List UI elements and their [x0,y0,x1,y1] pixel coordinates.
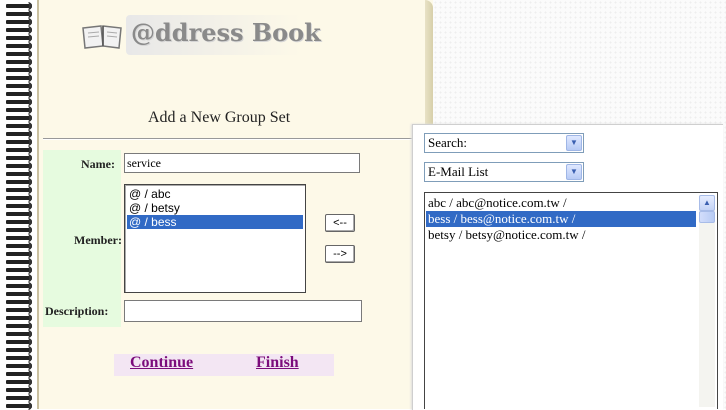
binding-ring [6,274,32,282]
binding-ring [6,370,32,378]
binding-ring [6,18,32,26]
binding-ring [6,266,32,274]
chevron-down-icon[interactable]: ▼ [566,135,582,151]
binding-ring [6,210,32,218]
member-label: Member: [74,233,122,247]
remove-member-button[interactable]: <-- [325,214,355,232]
binding-ring [6,162,32,170]
list-select[interactable]: E-Mail List ▼ [424,162,584,182]
list-select-value: E-Mail List [428,164,489,179]
binding-ring [6,402,32,410]
scroll-up-icon[interactable]: ▲ [699,195,715,211]
binding-ring [6,82,32,90]
binding-ring [6,154,32,162]
binding-ring [6,226,32,234]
scroll-thumb[interactable] [699,211,715,223]
list-item[interactable]: betsy / betsy@notice.com.tw / [426,227,696,243]
binding-ring [6,58,32,66]
binding-ring [6,354,32,362]
binding-ring [6,362,32,370]
binding-ring [6,298,32,306]
notebook-binding [0,0,40,410]
binding-ring [6,394,32,402]
binding-ring [6,106,32,114]
member-list[interactable]: @ / abc @ / betsy @ / bess [124,184,306,293]
list-item[interactable]: @ / abc [127,187,303,201]
book-icon [82,25,122,49]
app-title: @ddress Book [131,18,321,47]
binding-ring [6,10,32,18]
binding-ring [6,2,32,10]
binding-ring [6,250,32,258]
binding-ring [6,314,32,322]
description-input[interactable] [124,300,362,322]
list-item[interactable]: @ / bess [127,215,303,229]
list-item[interactable]: bess / bess@notice.com.tw / [426,211,696,227]
binding-ring [6,322,32,330]
name-label: Name: [81,157,115,171]
binding-ring [6,290,32,298]
binding-ring [6,138,32,146]
binding-ring [6,122,32,130]
chevron-down-icon[interactable]: ▼ [566,164,582,180]
binding-ring [6,330,32,338]
binding-ring [6,378,32,386]
binding-ring [6,66,32,74]
email-list[interactable]: abc / abc@notice.com.tw / bess / bess@no… [424,192,718,409]
binding-ring [6,170,32,178]
binding-ring [6,98,32,106]
continue-link[interactable]: Continue [130,354,193,372]
binding-ring [6,234,32,242]
binding-ring [6,386,32,394]
search-select[interactable]: Search: ▼ [424,133,584,153]
binding-ring [6,186,32,194]
binding-ring [6,26,32,34]
divider [43,138,433,140]
binding-ring [6,178,32,186]
form-heading: Add a New Group Set [148,109,291,126]
binding-ring [6,242,32,250]
binding-ring [6,282,32,290]
binding-ring [6,346,32,354]
binding-ring [6,50,32,58]
search-select-value: Search: [428,135,467,150]
binding-ring [6,218,32,226]
binding-ring [6,114,32,122]
finish-link[interactable]: Finish [256,354,299,372]
name-input[interactable]: service [124,153,360,173]
binding-ring [6,74,32,82]
add-member-button[interactable]: --> [325,245,355,263]
list-item[interactable]: abc / abc@notice.com.tw / [426,195,696,211]
binding-ring [6,194,32,202]
binding-ring [6,338,32,346]
binding-ring [6,130,32,138]
binding-ring [6,34,32,42]
binding-ring [6,202,32,210]
description-label: Description: [45,304,109,318]
page-curl [425,0,433,140]
scrollbar[interactable]: ▲ [699,195,715,407]
binding-ring [6,306,32,314]
list-item[interactable]: @ / betsy [127,201,303,215]
binding-ring [6,146,32,154]
binding-ring [6,42,32,50]
binding-ring [6,258,32,266]
binding-ring [6,90,32,98]
